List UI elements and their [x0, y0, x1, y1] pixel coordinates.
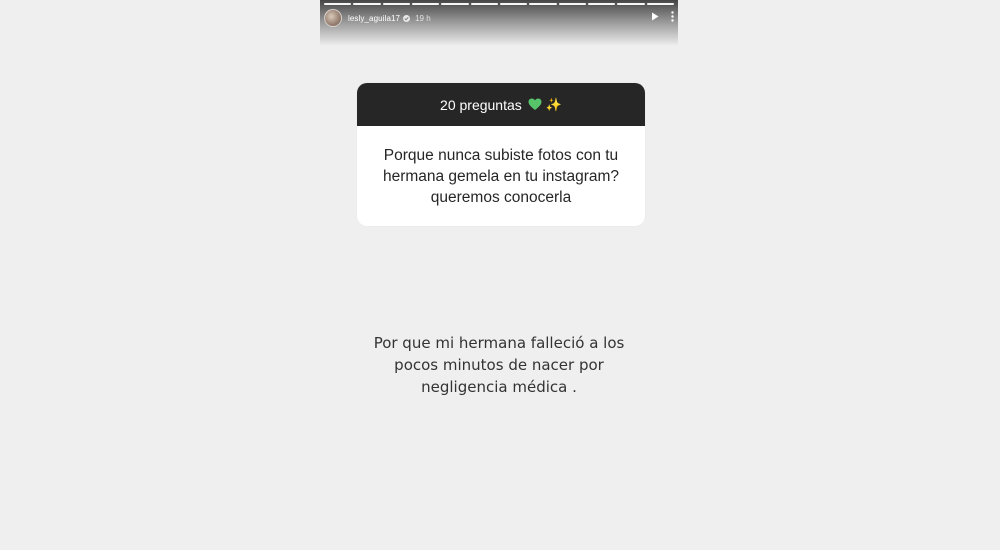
progress-segment [499, 3, 528, 5]
answer-line: Por que mi hermana falleció a los [373, 334, 625, 352]
question-line: queremos conocerla [430, 188, 572, 206]
progress-segment [587, 3, 616, 5]
avatar[interactable] [324, 9, 342, 27]
progress-segment [324, 3, 352, 5]
progress-segment [558, 3, 586, 5]
progress-segment [411, 3, 440, 5]
username[interactable]: lesly_aguila17 [348, 14, 400, 23]
progress-segment [353, 3, 381, 5]
progress-segment [617, 3, 645, 5]
sparkles-icon: ✨ [545, 96, 562, 112]
question-sticker: 20 preguntas ✨ Porque nunca subiste foto… [357, 83, 645, 226]
progress-segment [382, 3, 410, 5]
progress-segment [470, 3, 498, 5]
more-options-icon[interactable] [671, 11, 674, 25]
story-viewer: lesly_aguila17 19 h 20 preguntas ✨ Porqu… [320, 0, 678, 550]
question-sticker-header: 20 preguntas ✨ [357, 83, 645, 126]
story-progress-bars [324, 3, 674, 5]
verified-badge-icon [403, 14, 411, 22]
answer-line: negligencia médica . [421, 378, 577, 396]
story-header: lesly_aguila17 19 h [324, 8, 674, 28]
post-time: 19 h [415, 13, 431, 23]
question-text: Porque nunca subiste fotos con tu herman… [357, 126, 645, 226]
question-line: Porque nunca subiste fotos con tu [383, 146, 619, 164]
progress-segment [646, 3, 674, 5]
question-sticker-title: 20 preguntas [440, 96, 522, 113]
play-icon[interactable] [651, 12, 659, 24]
answer-line: pocos minutos de nacer por [394, 356, 604, 374]
green-heart-icon [528, 98, 542, 111]
question-line: hermana gemela en tu instagram? [382, 167, 620, 185]
answer-text: Por que mi hermana falleció a los pocos … [350, 332, 648, 398]
progress-segment [529, 3, 557, 5]
progress-segment [441, 3, 469, 5]
